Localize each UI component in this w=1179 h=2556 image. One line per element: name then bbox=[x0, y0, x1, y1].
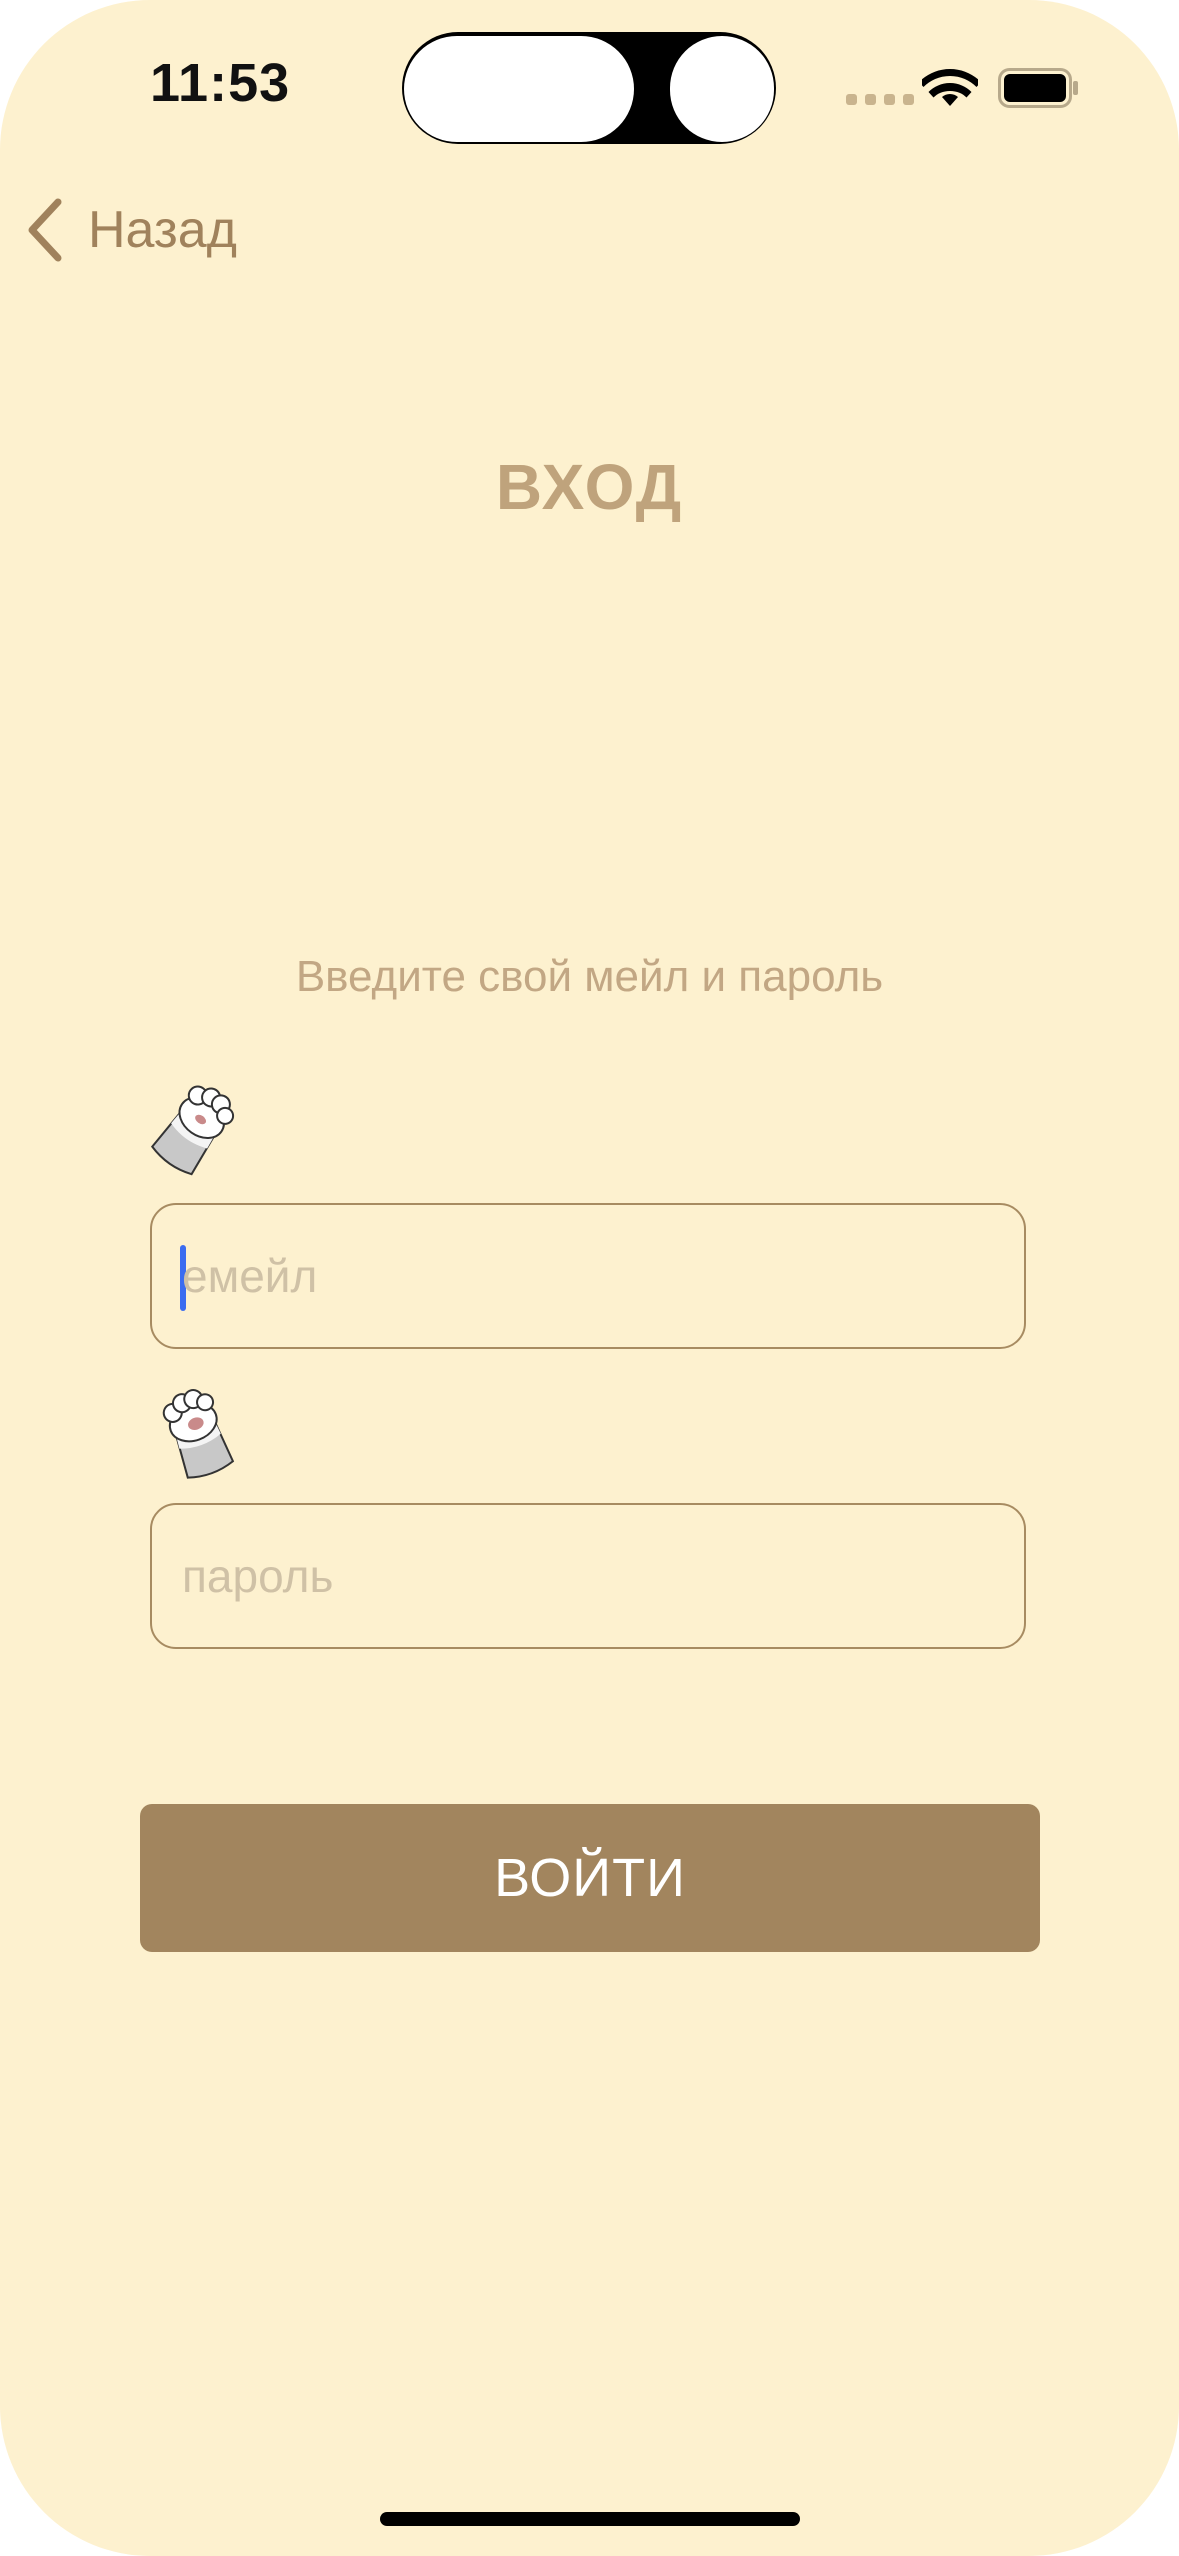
page-title: ВХОД bbox=[495, 451, 684, 523]
back-button[interactable]: Назад bbox=[24, 190, 237, 270]
cat-paw-icon bbox=[162, 1389, 235, 1479]
cat-paw-icon bbox=[150, 1085, 235, 1176]
email-placeholder: емейл bbox=[182, 1250, 318, 1302]
password-placeholder: пароль bbox=[182, 1550, 334, 1602]
cellular-signal-icon bbox=[846, 94, 914, 105]
status-time: 11:53 bbox=[150, 53, 291, 113]
password-field[interactable]: пароль bbox=[150, 1503, 1026, 1649]
back-label: Назад bbox=[88, 201, 237, 259]
dynamic-island-camera bbox=[670, 36, 774, 142]
login-button[interactable]: ВОЙТИ bbox=[140, 1804, 1040, 1952]
login-instructions: Введите свой мейл и пароль bbox=[295, 952, 884, 1001]
battery-icon bbox=[998, 68, 1078, 108]
email-field[interactable]: емейл bbox=[150, 1203, 1026, 1349]
dynamic-island-pill bbox=[404, 36, 634, 142]
login-screen: 11:53 Назад ВХОД Введите свой мейл и пар… bbox=[0, 0, 1179, 2556]
chevron-left-icon bbox=[28, 198, 62, 262]
home-indicator[interactable] bbox=[380, 2512, 800, 2526]
wifi-icon bbox=[922, 69, 978, 106]
